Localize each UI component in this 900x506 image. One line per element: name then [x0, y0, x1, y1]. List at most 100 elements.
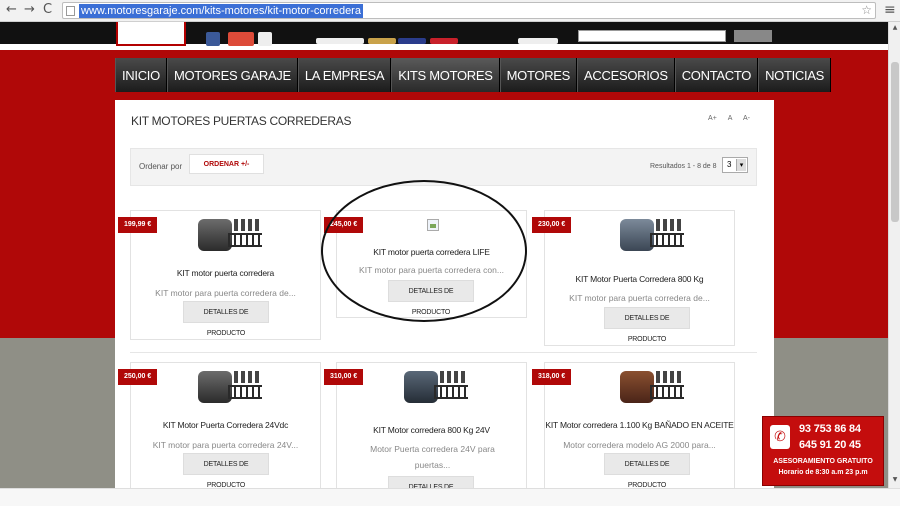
font-size-controls: A+ A A-: [699, 115, 750, 122]
url-text[interactable]: www.motoresgaraje.com/kits-motores/kit-m…: [79, 4, 363, 18]
gate-icon: [228, 385, 262, 399]
motor-icon: [404, 371, 438, 403]
opening-hours-label: Horario de 8:30 a.m 23 p.m: [778, 469, 868, 476]
phone-number-primary[interactable]: 93 753 86 84: [799, 423, 861, 435]
mastercard-icon: [430, 38, 458, 44]
price-badge: 310,00 €: [324, 369, 364, 385]
scrollbar-thumb[interactable]: [891, 62, 899, 222]
phone-number-secondary[interactable]: 645 91 20 45: [799, 439, 861, 451]
address-bar[interactable]: www.motoresgaraje.com/kits-motores/kit-m…: [62, 2, 876, 19]
font-increase-button[interactable]: A+: [708, 115, 717, 122]
product-title[interactable]: KIT Motor Puerta Corredera 24Vdc: [131, 420, 320, 430]
motor-icon: [198, 219, 232, 251]
nav-item-motores-garaje[interactable]: MOTORES GARAJE: [166, 58, 298, 92]
nav-item-motores[interactable]: MOTORES: [499, 58, 578, 92]
product-title[interactable]: KIT Motor corredera 1.100 Kg BAÑADO EN A…: [545, 420, 734, 430]
header-link[interactable]: [518, 38, 558, 44]
price-badge: 250,00 €: [118, 369, 158, 385]
scroll-down-arrow-icon[interactable]: ▼: [890, 476, 900, 486]
product-image[interactable]: [620, 219, 684, 253]
gate-icon: [650, 233, 684, 247]
nav-item-kits-motores[interactable]: KITS MOTORES: [391, 58, 500, 92]
free-advice-label: ASESORAMIENTO GRATUITO: [773, 458, 873, 465]
product-description: KIT motor para puerta corredera de...: [155, 288, 296, 298]
nav-item-inicio[interactable]: INICIO: [115, 58, 167, 92]
site-header-strip: [0, 22, 888, 46]
gate-icon: [434, 385, 468, 399]
remote-controls-icon: [440, 371, 466, 383]
vertical-scrollbar[interactable]: ▲ ▼: [888, 22, 900, 488]
product-image[interactable]: [198, 219, 262, 253]
payment-card-icon: [368, 38, 396, 44]
product-image[interactable]: [404, 371, 476, 405]
browser-menu-icon[interactable]: ≡: [884, 2, 896, 18]
product-card[interactable]: 318,00 € KIT Motor corredera 1.100 Kg BA…: [532, 362, 735, 488]
page-select[interactable]: 3 ▾: [722, 157, 748, 173]
remote-controls-icon: [656, 219, 682, 231]
product-card[interactable]: 230,00 € KIT Motor Puerta Corredera 800 …: [532, 210, 735, 346]
forward-button[interactable]: →: [24, 2, 35, 17]
nav-item-noticias[interactable]: NOTICIAS: [758, 58, 832, 92]
product-card[interactable]: 250,00 € KIT Motor Puerta Corredera 24Vd…: [118, 362, 321, 488]
contact-phone-widget[interactable]: ✆ 93 753 86 84 645 91 20 45 ASESORAMIENT…: [762, 416, 884, 486]
product-details-button[interactable]: DETALLES DE PRODUCTO: [183, 301, 269, 337]
main-navigation: INICIO MOTORES GARAJE LA EMPRESA KITS MO…: [115, 58, 832, 92]
product-details-button[interactable]: DETALLES DE PRODUCTO: [388, 476, 474, 488]
status-area: [0, 488, 900, 506]
motor-icon: [620, 219, 654, 251]
bookmark-star-icon[interactable]: ☆: [861, 3, 872, 17]
product-details-button[interactable]: DETALLES DE PRODUCTO: [604, 307, 690, 343]
row-divider: [130, 352, 757, 353]
product-details-button[interactable]: DETALLES DE PRODUCTO: [183, 453, 269, 488]
font-reset-button[interactable]: A: [728, 115, 732, 122]
product-details-button[interactable]: DETALLES DE PRODUCTO: [604, 453, 690, 488]
site-logo[interactable]: [116, 22, 186, 46]
visa-card-icon: [398, 38, 426, 44]
product-description: KIT motor para puerta corredera de...: [569, 293, 710, 303]
nav-item-contacto[interactable]: CONTACTO: [674, 58, 759, 92]
price-badge: 318,00 €: [532, 369, 572, 385]
share-count-icon[interactable]: [258, 32, 272, 46]
sort-label: Ordenar por: [139, 162, 183, 171]
gate-icon: [228, 233, 262, 247]
chevron-down-icon[interactable]: ▾: [736, 159, 746, 171]
remote-controls-icon: [656, 371, 682, 383]
page-viewport: INICIO MOTORES GARAJE LA EMPRESA KITS MO…: [0, 22, 888, 488]
search-button[interactable]: [734, 30, 772, 42]
back-button[interactable]: ←: [6, 2, 17, 17]
price-badge: 199,99 €: [118, 217, 158, 233]
browser-toolbar: ← → C www.motoresgaraje.com/kits-motores…: [0, 0, 900, 22]
page-select-value: 3: [727, 160, 732, 169]
motor-icon: [620, 371, 654, 403]
search-input[interactable]: [578, 30, 726, 42]
results-count: Resultados 1 - 8 de 8: [650, 163, 717, 170]
product-title[interactable]: KIT motor puerta corredera: [131, 268, 320, 278]
product-card[interactable]: 199,99 € KIT motor puerta corredera KIT …: [118, 210, 321, 340]
product-card[interactable]: 310,00 € KIT Motor corredera 800 Kg 24V …: [324, 362, 527, 488]
product-description: Motor Puerta corredera 24V para puertas.…: [370, 444, 495, 470]
product-description: KIT motor para puerta corredera 24V...: [152, 440, 299, 450]
product-image[interactable]: [620, 371, 684, 405]
page-title: KIT MOTORES PUERTAS CORREDERAS: [131, 114, 352, 128]
scroll-up-arrow-icon[interactable]: ▲: [890, 24, 900, 34]
product-title[interactable]: KIT Motor Puerta Corredera 800 Kg: [545, 274, 734, 284]
hand-drawn-circle-annotation: [321, 180, 527, 322]
product-description: Motor corredera modelo AG 2000 para...: [563, 440, 716, 450]
phone-icon: ✆: [770, 425, 790, 449]
facebook-icon[interactable]: [206, 32, 220, 46]
font-decrease-button[interactable]: A-: [743, 115, 750, 122]
product-title[interactable]: KIT Motor corredera 800 Kg 24V: [337, 425, 526, 435]
motor-icon: [198, 371, 232, 403]
remote-controls-icon: [234, 219, 260, 231]
header-link[interactable]: [316, 38, 364, 44]
nav-item-accesorios[interactable]: ACCESORIOS: [577, 58, 675, 92]
price-badge: 230,00 €: [532, 217, 572, 233]
remote-controls-icon: [234, 371, 260, 383]
reload-button[interactable]: C: [43, 2, 52, 17]
sort-button[interactable]: ORDENAR +/-: [189, 154, 264, 174]
google-plus-icon[interactable]: [228, 32, 254, 46]
gate-icon: [650, 385, 684, 399]
nav-item-la-empresa[interactable]: LA EMPRESA: [297, 58, 392, 92]
page-icon: [66, 6, 75, 16]
product-image[interactable]: [198, 371, 262, 405]
